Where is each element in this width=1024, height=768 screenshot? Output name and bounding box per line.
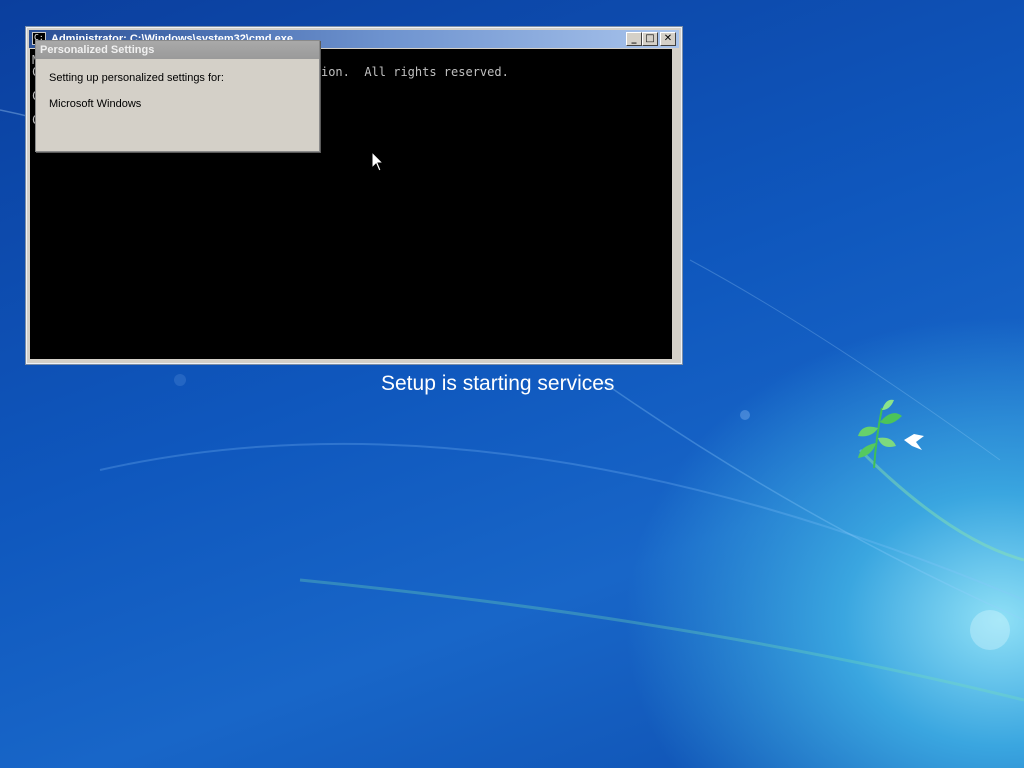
personalized-settings-dialog: Personalized Settings Setting up persona… bbox=[35, 40, 320, 152]
dialog-title: Personalized Settings bbox=[36, 41, 319, 59]
close-button[interactable]: ✕ bbox=[660, 32, 676, 46]
windows-wallpaper-leaf-icon bbox=[858, 399, 924, 469]
mouse-pointer-icon bbox=[371, 151, 385, 172]
minimize-button[interactable]: _ bbox=[626, 32, 642, 46]
dialog-product-name: Microsoft Windows bbox=[49, 98, 142, 110]
maximize-button[interactable]: □ bbox=[642, 32, 658, 46]
setup-status-text: Setup is starting services bbox=[381, 372, 615, 395]
dialog-message: Setting up personalized settings for: bbox=[49, 72, 224, 84]
scrollbar[interactable] bbox=[672, 49, 678, 359]
